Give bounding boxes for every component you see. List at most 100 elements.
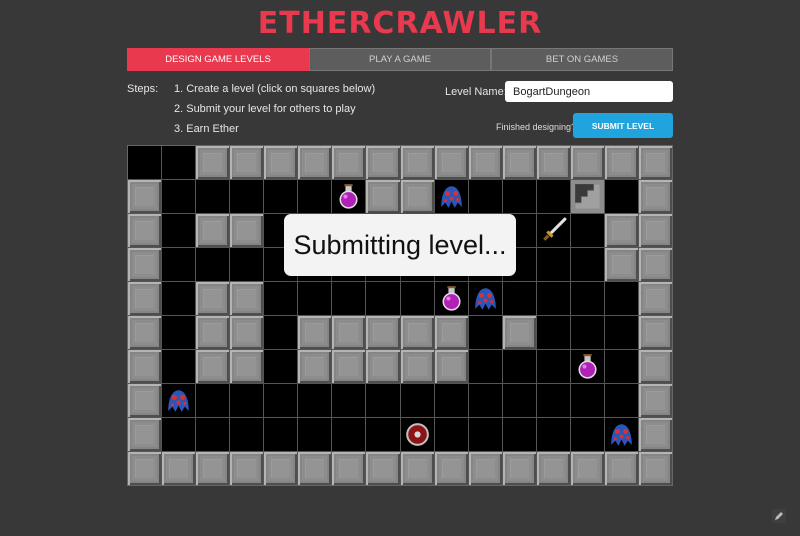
grid-cell-floor[interactable] [298,180,332,213]
grid-cell-floor[interactable] [162,146,196,179]
grid-cell-floor[interactable] [570,316,604,349]
grid-cell-floor[interactable] [162,418,196,451]
grid-cell-floor[interactable] [536,180,570,213]
grid-cell-floor[interactable] [196,384,230,417]
grid-cell-potion[interactable] [570,350,604,383]
grid-cell-floor[interactable] [468,384,502,417]
grid-cell-wall[interactable] [128,350,162,383]
grid-cell-floor[interactable] [400,282,434,315]
grid-cell-wall[interactable] [400,316,434,349]
grid-cell-floor[interactable] [264,384,298,417]
grid-cell-wall[interactable] [230,316,264,349]
grid-cell-wall[interactable] [196,214,230,247]
grid-cell-monster[interactable] [434,180,468,213]
grid-cell-wall[interactable] [638,316,672,349]
grid-cell-floor[interactable] [196,248,230,281]
grid-cell-wall[interactable] [128,214,162,247]
grid-cell-wall[interactable] [128,282,162,315]
grid-cell-wall[interactable] [638,248,672,281]
grid-cell-floor[interactable] [502,418,536,451]
grid-cell-floor[interactable] [298,418,332,451]
grid-cell-floor[interactable] [502,282,536,315]
grid-cell-floor[interactable] [604,316,638,349]
grid-cell-floor[interactable] [434,418,468,451]
grid-cell-floor[interactable] [536,350,570,383]
grid-cell-floor[interactable] [502,350,536,383]
feedback-icon[interactable] [772,509,786,523]
grid-cell-wall[interactable] [230,282,264,315]
grid-cell-wall[interactable] [332,146,366,179]
grid-cell-wall[interactable] [502,452,536,485]
grid-cell-wall[interactable] [434,350,468,383]
grid-cell-floor[interactable] [264,350,298,383]
grid-cell-wall[interactable] [638,350,672,383]
grid-cell-wall[interactable] [366,316,400,349]
grid-cell-floor[interactable] [536,418,570,451]
grid-cell-floor[interactable] [162,282,196,315]
grid-cell-floor[interactable] [230,418,264,451]
grid-cell-floor[interactable] [604,350,638,383]
grid-cell-floor[interactable] [604,180,638,213]
grid-cell-wall[interactable] [196,282,230,315]
grid-cell-floor[interactable] [570,418,604,451]
grid-cell-potion[interactable] [434,282,468,315]
grid-cell-floor[interactable] [502,384,536,417]
grid-cell-wall[interactable] [638,214,672,247]
grid-cell-wall[interactable] [230,452,264,485]
grid-cell-wall[interactable] [230,350,264,383]
grid-cell-floor[interactable] [264,180,298,213]
grid-cell-floor[interactable] [604,384,638,417]
grid-cell-floor[interactable] [162,350,196,383]
grid-cell-floor[interactable] [230,248,264,281]
grid-cell-wall[interactable] [196,350,230,383]
grid-cell-wall[interactable] [366,180,400,213]
grid-cell-floor[interactable] [604,282,638,315]
grid-cell-floor[interactable] [230,180,264,213]
grid-cell-wall[interactable] [366,146,400,179]
grid-cell-wall[interactable] [638,452,672,485]
grid-cell-wall[interactable] [128,452,162,485]
tab-bet-on-games[interactable]: BET ON GAMES [491,48,673,71]
grid-cell-floor[interactable] [162,316,196,349]
grid-cell-floor[interactable] [298,384,332,417]
grid-cell-floor[interactable] [570,248,604,281]
grid-cell-wall[interactable] [434,146,468,179]
grid-cell-floor[interactable] [298,282,332,315]
grid-cell-wall[interactable] [638,180,672,213]
grid-cell-wall[interactable] [434,316,468,349]
grid-cell-floor[interactable] [502,180,536,213]
grid-cell-wall[interactable] [332,452,366,485]
grid-cell-floor[interactable] [128,146,162,179]
grid-cell-wall[interactable] [604,248,638,281]
grid-cell-wall[interactable] [638,384,672,417]
level-name-input[interactable] [505,81,673,102]
grid-cell-wall[interactable] [502,316,536,349]
grid-cell-wall[interactable] [264,452,298,485]
grid-cell-floor[interactable] [332,384,366,417]
grid-cell-wall[interactable] [128,180,162,213]
grid-cell-wall[interactable] [638,418,672,451]
grid-cell-wall[interactable] [128,316,162,349]
grid-cell-wall[interactable] [536,146,570,179]
grid-cell-wall[interactable] [128,384,162,417]
grid-cell-floor[interactable] [332,282,366,315]
tab-design-game-levels[interactable]: DESIGN GAME LEVELS [127,48,309,71]
grid-cell-wall[interactable] [196,316,230,349]
grid-cell-wall[interactable] [400,146,434,179]
grid-cell-wall[interactable] [604,214,638,247]
grid-cell-floor[interactable] [468,418,502,451]
grid-cell-floor[interactable] [400,384,434,417]
grid-cell-wall[interactable] [332,316,366,349]
grid-cell-floor[interactable] [196,418,230,451]
grid-cell-wall[interactable] [468,452,502,485]
grid-cell-wall[interactable] [264,146,298,179]
grid-cell-wall[interactable] [128,248,162,281]
grid-cell-wall[interactable] [468,146,502,179]
grid-cell-wall[interactable] [332,350,366,383]
grid-cell-floor[interactable] [162,248,196,281]
grid-cell-sword[interactable] [536,214,570,247]
grid-cell-wall[interactable] [400,452,434,485]
grid-cell-monster[interactable] [162,384,196,417]
grid-cell-floor[interactable] [468,316,502,349]
grid-cell-wall[interactable] [570,146,604,179]
